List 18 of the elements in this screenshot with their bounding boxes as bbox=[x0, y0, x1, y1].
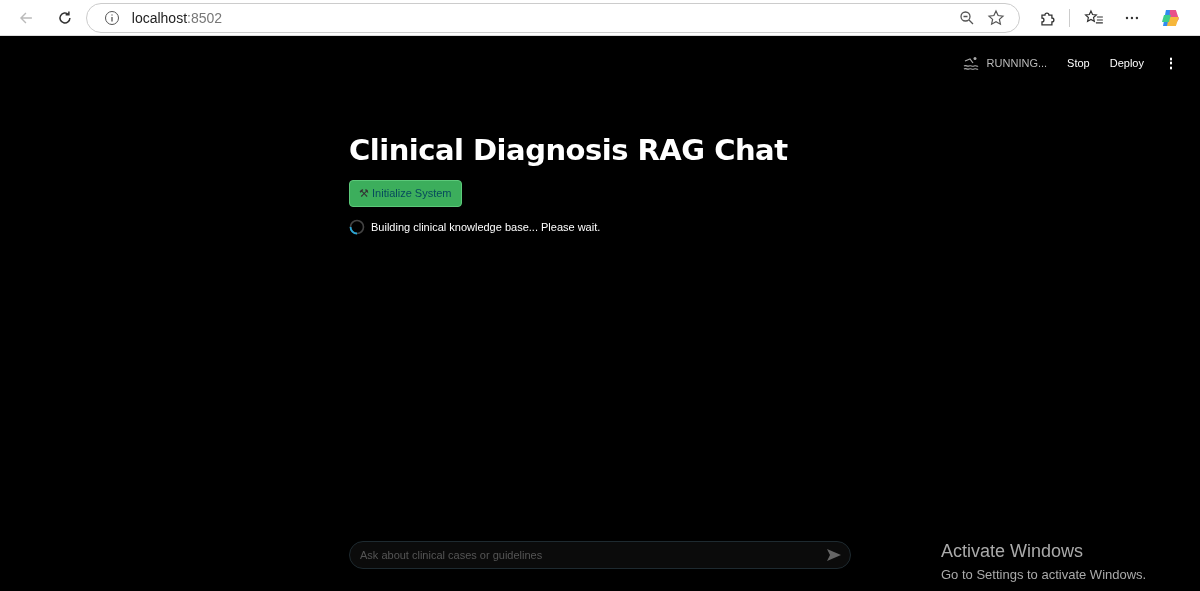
activation-text: Go to Settings to activate Windows. bbox=[941, 567, 1147, 582]
header-button[interactable]: Deploy bbox=[1103, 57, 1150, 69]
activation-title: Activate Windows bbox=[941, 541, 1085, 562]
running-status: RUNNING... bbox=[986, 57, 1048, 69]
header-button[interactable]: Stop bbox=[1061, 57, 1096, 69]
initialize-button[interactable]: ⚒ Initialize System bbox=[349, 180, 462, 207]
favorites-icon[interactable] bbox=[1084, 8, 1105, 27]
zoom-icon[interactable] bbox=[958, 9, 975, 26]
menu-button[interactable]: ⋮ bbox=[1158, 55, 1184, 71]
info-icon[interactable] bbox=[103, 9, 120, 26]
send-icon[interactable] bbox=[827, 549, 841, 561]
star-icon[interactable] bbox=[986, 8, 1005, 27]
chat-input[interactable]: Ask about clinical cases or guidelines bbox=[349, 541, 851, 569]
spinner-icon bbox=[349, 219, 365, 235]
page-title: Clinical Diagnosis RAG Chat bbox=[349, 133, 788, 167]
url-text: localhost:8502 bbox=[131, 9, 223, 26]
swimmer-icon bbox=[962, 56, 979, 70]
spinner-text: Building clinical knowledge base... Please wait. bbox=[371, 221, 601, 233]
